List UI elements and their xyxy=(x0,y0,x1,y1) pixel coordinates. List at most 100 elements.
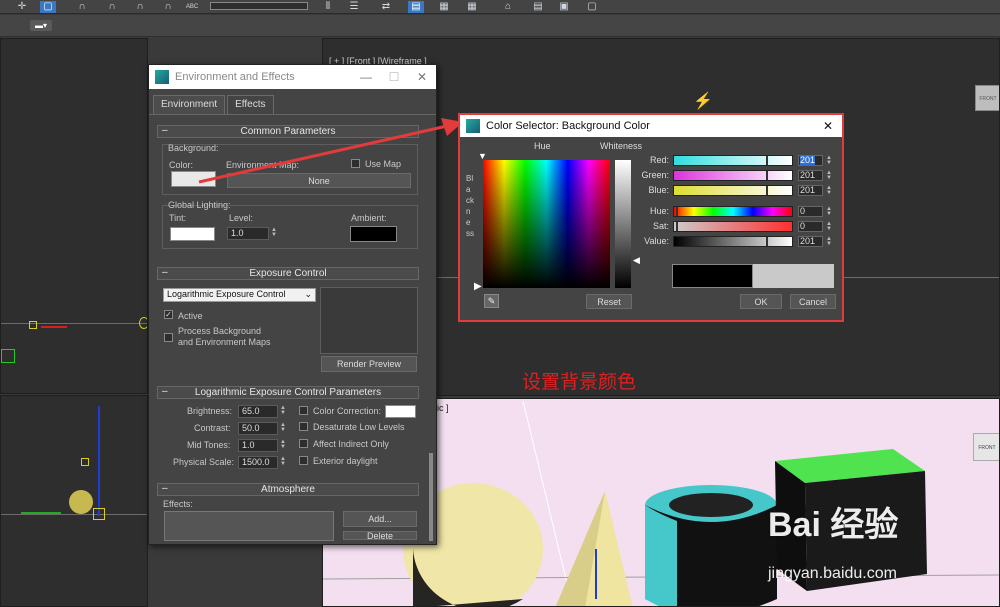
process-background-checkbox[interactable] xyxy=(164,333,173,342)
render-frame-icon[interactable]: ▦ xyxy=(436,1,452,13)
hue-blackness-picker[interactable] xyxy=(483,160,610,288)
rollout-logarithmic-params[interactable]: – Logarithmic Exposure Control Parameters xyxy=(157,386,419,399)
gizmo-box xyxy=(93,508,105,520)
align-icon[interactable]: ⫴ xyxy=(320,1,336,13)
brightness-spinner[interactable]: ▲ ▼ xyxy=(280,405,288,416)
slider-handle[interactable] xyxy=(766,171,768,180)
render-preview-button[interactable]: Render Preview xyxy=(321,356,417,372)
exposure-type-select[interactable]: Logarithmic Exposure Control ⌄ xyxy=(163,288,316,302)
channel-value-field[interactable]: 201 xyxy=(798,185,823,196)
teapot-icon[interactable]: ⌂ xyxy=(500,1,516,13)
close-icon[interactable]: ✕ xyxy=(408,70,436,84)
brightness-field[interactable]: 65.0 xyxy=(238,405,278,418)
render-icon[interactable]: ▣ xyxy=(556,1,572,13)
magnet-icon[interactable]: ∩ xyxy=(132,1,148,13)
midtones-spinner[interactable]: ▲ ▼ xyxy=(280,439,288,450)
level-field[interactable]: 1.0 xyxy=(227,227,269,240)
channel-value-field[interactable]: 201 xyxy=(798,155,823,166)
channel-label: Red: xyxy=(649,155,669,165)
contrast-spinner[interactable]: ▲ ▼ xyxy=(280,422,288,433)
select-icon[interactable]: ▢ xyxy=(40,1,56,13)
reset-button[interactable]: Reset xyxy=(586,294,632,309)
slider-handle[interactable] xyxy=(676,207,678,216)
tint-color-swatch[interactable] xyxy=(170,227,215,241)
channel-spinner[interactable]: ▲ ▼ xyxy=(826,155,834,166)
ambient-label: Ambient: xyxy=(351,213,387,223)
channel-slider[interactable] xyxy=(673,221,793,232)
text-abc-icon[interactable]: ABC xyxy=(184,1,200,13)
channel-slider[interactable] xyxy=(673,236,793,247)
channel-value-field[interactable]: 0 xyxy=(798,206,823,217)
physical-scale-field[interactable]: 1500.0 xyxy=(238,456,278,469)
physical-scale-spinner[interactable]: ▲ ▼ xyxy=(280,456,288,467)
scrollbar[interactable] xyxy=(429,453,433,541)
channel-spinner[interactable]: ▲ ▼ xyxy=(826,185,834,196)
sub-toolbar: ▬▾ xyxy=(0,15,1000,37)
color-correction-swatch[interactable] xyxy=(385,405,416,418)
viewcube-icon[interactable]: FRONT xyxy=(975,85,999,111)
channel-value-field[interactable]: 201 xyxy=(798,236,823,247)
delete-button[interactable]: Delete xyxy=(343,531,417,540)
channel-spinner[interactable]: ▲ ▼ xyxy=(826,236,834,247)
level-spinner[interactable]: ▲ ▼ xyxy=(271,227,279,238)
cancel-button[interactable]: Cancel xyxy=(790,294,836,309)
whiteness-slider[interactable] xyxy=(615,160,631,288)
minimize-icon[interactable]: — xyxy=(352,70,380,84)
channel-spinner[interactable]: ▲ ▼ xyxy=(826,170,834,181)
ambient-color-swatch[interactable] xyxy=(350,226,397,242)
viewport-bottom-left[interactable] xyxy=(0,395,148,607)
effects-list[interactable] xyxy=(164,511,334,541)
maximize-icon[interactable]: ☐ xyxy=(380,70,408,84)
color-correction-label: Color Correction: xyxy=(313,406,382,416)
whiteness-pointer-icon[interactable]: ◀ xyxy=(633,255,640,266)
viewcube-icon[interactable]: FRONT xyxy=(973,433,999,461)
hue-label: Hue xyxy=(534,141,551,151)
render-setup-icon[interactable]: ▤ xyxy=(408,1,424,13)
channel-slider[interactable] xyxy=(673,185,793,196)
process-background-label: Process Background xyxy=(178,326,262,336)
midtones-field[interactable]: 1.0 xyxy=(238,439,278,452)
snap-icon[interactable]: ∩ xyxy=(74,1,90,13)
camera-icon[interactable]: ▬▾ xyxy=(30,20,52,31)
rollout-exposure-control[interactable]: – Exposure Control xyxy=(157,267,419,280)
dialog-titlebar[interactable]: Color Selector: Background Color ✕ xyxy=(460,115,842,137)
channel-slider[interactable] xyxy=(673,206,793,217)
blackness-pointer-icon[interactable]: ▶ xyxy=(474,281,482,292)
slider-handle[interactable] xyxy=(676,222,678,231)
add-button[interactable]: Add... xyxy=(343,511,417,527)
channel-label: Hue: xyxy=(649,206,669,216)
channel-spinner[interactable]: ▲ ▼ xyxy=(826,206,834,217)
main-toolbar: ✛ ▢ ∩ ∩ ∩ ∩ ABC ⫴ ☰ ⇄ ▤ ▦ ▦ ⌂ ▤ ▣ ▢ xyxy=(0,0,1000,14)
viewport-top-left[interactable] xyxy=(0,38,148,394)
render-icon[interactable]: ⇄ xyxy=(378,1,394,13)
slider-handle[interactable] xyxy=(766,156,768,165)
ok-button[interactable]: OK xyxy=(740,294,782,309)
dialog-titlebar[interactable]: Environment and Effects — ☐ ✕ xyxy=(149,65,436,89)
slider-handle[interactable] xyxy=(766,186,768,195)
slider-handle[interactable] xyxy=(766,237,768,246)
contrast-field[interactable]: 50.0 xyxy=(238,422,278,435)
gizmo-box xyxy=(29,321,37,329)
affect-indirect-checkbox[interactable] xyxy=(299,439,308,448)
rollout-atmosphere[interactable]: – Atmosphere xyxy=(157,483,419,496)
eyedropper-icon[interactable]: ✎ xyxy=(484,294,499,308)
material-icon[interactable]: ▦ xyxy=(464,1,480,13)
channel-slider[interactable] xyxy=(673,155,793,166)
channel-spinner[interactable]: ▲ ▼ xyxy=(826,221,834,232)
exterior-daylight-checkbox[interactable] xyxy=(299,456,308,465)
named-selection-field[interactable] xyxy=(210,2,308,10)
render-icon[interactable]: ▤ xyxy=(530,1,546,13)
active-checkbox[interactable]: ✓ xyxy=(164,310,173,319)
color-correction-checkbox[interactable] xyxy=(299,406,308,415)
channel-slider[interactable] xyxy=(673,170,793,181)
magnet-icon[interactable]: ∩ xyxy=(104,1,120,13)
render-icon[interactable]: ▢ xyxy=(584,1,600,13)
magnet-icon[interactable]: ∩ xyxy=(160,1,176,13)
move-icon[interactable]: ✛ xyxy=(14,1,30,13)
old-color-swatch xyxy=(672,264,753,288)
desaturate-checkbox[interactable] xyxy=(299,422,308,431)
layer-icon[interactable]: ☰ xyxy=(346,1,362,13)
channel-value-field[interactable]: 0 xyxy=(798,221,823,232)
close-icon[interactable]: ✕ xyxy=(814,119,842,133)
channel-value-field[interactable]: 201 xyxy=(798,170,823,181)
